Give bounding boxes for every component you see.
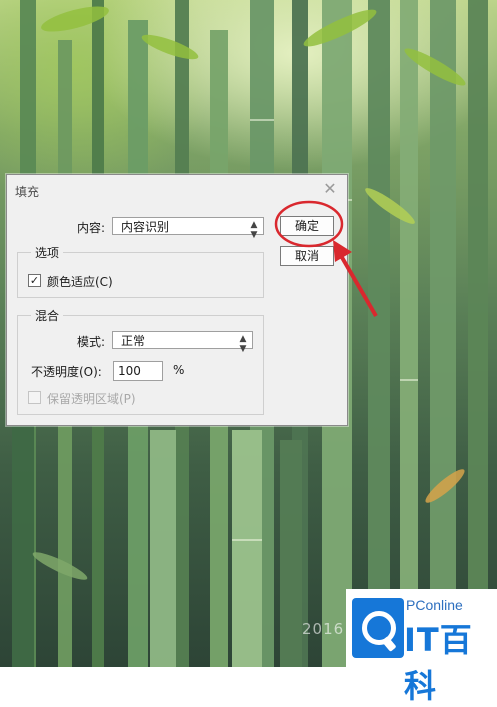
magnifier-logo-icon <box>352 598 404 658</box>
annotation-overlay <box>274 200 378 318</box>
arrow-shaft <box>338 252 378 318</box>
brand-big-text: IT百科 <box>404 621 473 705</box>
brand-logo: PConline IT百科 <box>346 589 497 705</box>
watermark-year: 2016 <box>302 620 345 638</box>
highlight-ellipse <box>274 200 344 248</box>
brand-small-text: PConline <box>406 597 463 613</box>
